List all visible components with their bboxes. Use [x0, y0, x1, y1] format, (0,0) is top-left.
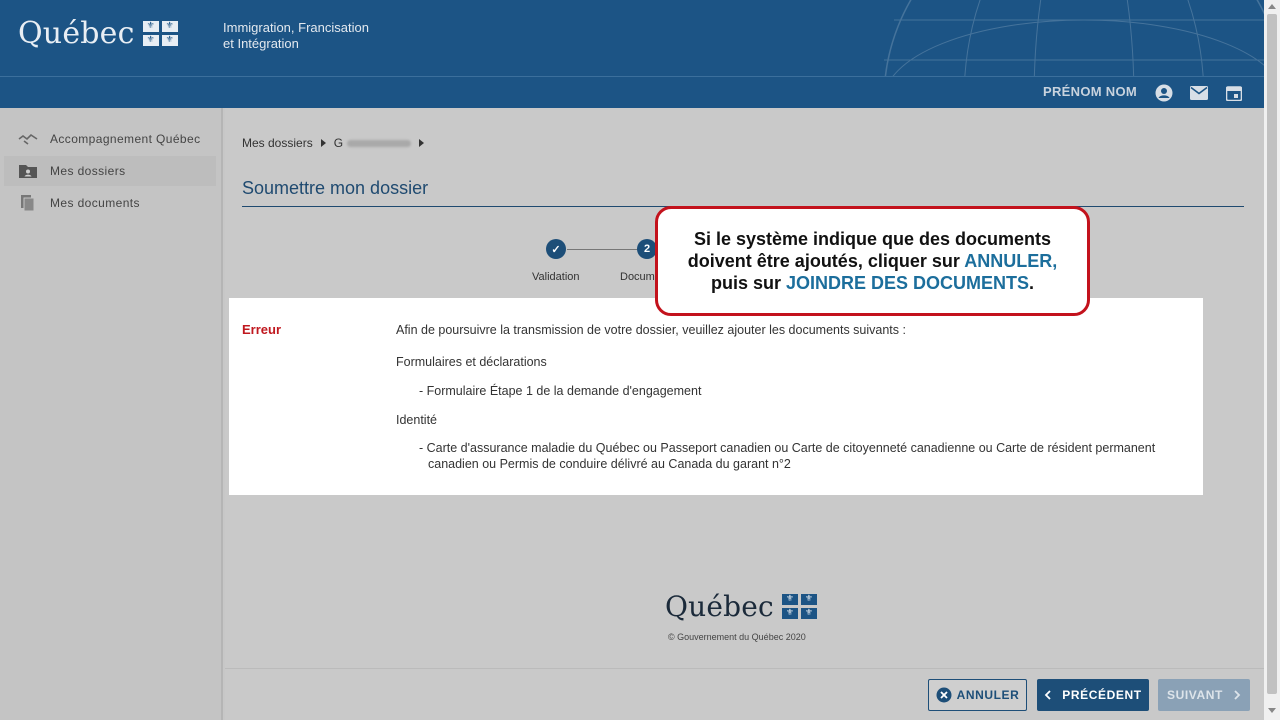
- quebec-logo[interactable]: Québec ⚜ ⚜ ⚜ ⚜: [18, 16, 178, 51]
- ministry-name: Immigration, Francisation et Intégration: [223, 20, 369, 51]
- sidebar: Accompagnement Québec Mes dossiers Mes d…: [0, 108, 223, 720]
- fleur-de-lis-flag-icon: ⚜ ⚜ ⚜ ⚜: [781, 594, 817, 619]
- breadcrumb-separator-icon: [419, 139, 425, 147]
- footer-logo-wordmark: Québec: [665, 590, 774, 623]
- stepper-connector: [567, 249, 647, 250]
- cancel-button[interactable]: ANNULER: [928, 679, 1027, 711]
- breadcrumb: Mes dossiers G: [242, 136, 432, 150]
- footer-logo: Québec ⚜ ⚜ ⚜ ⚜: [665, 590, 817, 623]
- folder-user-icon: [18, 163, 38, 179]
- mail-icon[interactable]: [1189, 83, 1209, 103]
- step-label-documents: Docum: [620, 271, 655, 283]
- sidebar-item-accompagnement[interactable]: Accompagnement Québec: [4, 124, 216, 154]
- instruction-callout: Si le système indique que des documents …: [655, 206, 1090, 316]
- top-header: Québec ⚜ ⚜ ⚜ ⚜ Immigration, Francisation et…: [0, 0, 1264, 76]
- breadcrumb-root[interactable]: Mes dossiers: [242, 136, 313, 150]
- breadcrumb-current[interactable]: G: [334, 136, 343, 150]
- next-button[interactable]: SUIVANT: [1158, 679, 1250, 711]
- redacted-file-number: [347, 139, 412, 147]
- error-label: Erreur: [242, 322, 282, 337]
- breadcrumb-separator-icon: [320, 139, 326, 147]
- calendar-icon[interactable]: [1224, 83, 1244, 103]
- scrollbar-thumb[interactable]: [1267, 14, 1277, 694]
- copyright-text: © Gouvernement du Québec 2020: [668, 632, 806, 642]
- error-intro: Afin de poursuivre la transmission de vo…: [396, 323, 906, 337]
- section-title-identity: Identité: [396, 413, 438, 427]
- handshake-icon: [18, 131, 38, 147]
- page-scrollbar[interactable]: [1264, 0, 1280, 720]
- missing-document-item-continued: canadien ou Permis de conduire délivré a…: [428, 457, 791, 471]
- user-bar: PRÉNOM NOM: [0, 76, 1264, 108]
- scroll-up-icon[interactable]: [1268, 4, 1276, 9]
- logo-wordmark: Québec: [18, 16, 135, 51]
- sidebar-item-mes-dossiers[interactable]: Mes dossiers: [4, 156, 216, 186]
- missing-document-item: - Formulaire Étape 1 de la demande d'eng…: [419, 384, 702, 398]
- callout-text: Si le système indique que des documents …: [687, 229, 1058, 293]
- missing-document-item: - Carte d'assurance maladie du Québec ou…: [419, 441, 1156, 455]
- callout-highlight-annuler: ANNULER,: [964, 251, 1058, 271]
- chevron-right-icon: [1234, 690, 1241, 700]
- callout-highlight-joindre: JOINDRE DES DOCUMENTS: [785, 273, 1030, 293]
- step-label-validation: Validation: [532, 271, 580, 283]
- scroll-down-icon[interactable]: [1268, 708, 1276, 713]
- sidebar-item-mes-documents[interactable]: Mes documents: [4, 188, 216, 218]
- step-documents-number: 2: [637, 239, 657, 259]
- user-name[interactable]: PRÉNOM NOM: [1043, 84, 1137, 99]
- error-panel: Erreur Afin de poursuivre la transmissio…: [229, 298, 1203, 495]
- globe-decoration: [884, 0, 1264, 76]
- chevron-left-icon: [1045, 690, 1051, 700]
- cancel-circle-icon: [936, 687, 952, 703]
- fleur-de-lis-flag-icon: ⚜ ⚜ ⚜ ⚜: [142, 21, 178, 46]
- documents-icon: [18, 195, 38, 211]
- section-title-forms: Formulaires et déclarations: [396, 355, 547, 369]
- page-title: Soumettre mon dossier: [242, 178, 429, 198]
- account-icon[interactable]: [1154, 83, 1174, 103]
- previous-button[interactable]: PRÉCÉDENT: [1037, 679, 1149, 711]
- step-validation-check-icon: ✓: [546, 239, 566, 259]
